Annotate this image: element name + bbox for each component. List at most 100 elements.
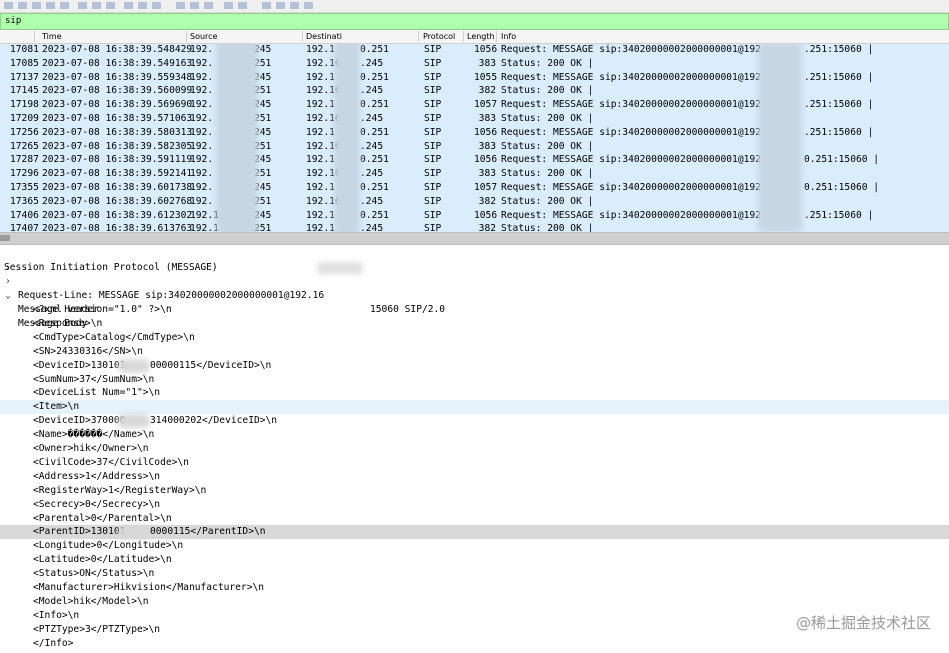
toolbar-icon[interactable] (262, 2, 271, 9)
xml-body-line[interactable]: <Status>ON</Status>\n (0, 567, 949, 581)
xml-body-line[interactable]: <Item>\n (0, 400, 949, 415)
toolbar-icon[interactable] (190, 2, 199, 9)
column-divider[interactable] (463, 31, 464, 42)
xml-body-line[interactable]: <?xml version="1.0" ?>\n (0, 303, 949, 317)
xml-body-line[interactable]: <Parental>0</Parental>\n (0, 512, 949, 526)
toolbar-icon[interactable] (4, 2, 13, 9)
detail-protocol-title[interactable]: Session Initiation Protocol (MESSAGE) (0, 247, 949, 273)
detail-message-body[interactable]: ⌄ Message Body (0, 289, 949, 329)
xml-body-line[interactable]: <Name>������</Name>\n (0, 428, 949, 442)
packet-number: 17265 (10, 140, 39, 152)
xml-body-line[interactable]: <Secrecy>0</Secrecy>\n (0, 498, 949, 512)
toolbar-icon[interactable] (18, 2, 27, 9)
column-source[interactable]: Source (190, 32, 217, 41)
column-protocol[interactable]: Protocol (423, 32, 455, 41)
packet-number: 17085 (10, 57, 39, 69)
column-length[interactable]: Length (467, 32, 495, 41)
collapse-arrow-icon[interactable]: ⌄ (3, 289, 13, 303)
packet-protocol: SIP (424, 195, 442, 207)
xml-body-line[interactable]: <CmdType>Catalog</CmdType>\n (0, 331, 949, 345)
toolbar-icon[interactable] (224, 2, 233, 9)
toolbar-icon[interactable] (46, 2, 55, 9)
table-row[interactable]: 17209 2023-07-08 16:38:39.571063 192. 251 19… (0, 112, 949, 126)
table-row[interactable]: 17296 2023-07-08 16:38:39.592141 192. 251 19… (0, 167, 949, 181)
xml-body-line[interactable]: </Info> (0, 637, 949, 651)
xml-body-line[interactable]: <DeviceID>130101 00000115</DeviceID>\n (0, 358, 949, 373)
redaction-blur (334, 44, 360, 232)
table-row[interactable]: 17265 2023-07-08 16:38:39.582305 192. 251 19… (0, 140, 949, 154)
xml-body-line[interactable]: <RegisterWay>1</RegisterWay>\n (0, 484, 949, 498)
packet-length: 383 (478, 57, 496, 69)
xml-body-line[interactable]: <Model>hik</Model>\n (0, 595, 949, 609)
table-row[interactable]: 17137 2023-07-08 16:38:39.559348 192. 245 19… (0, 71, 949, 85)
column-destination[interactable]: Destinati (306, 32, 342, 41)
toolbar-icon[interactable] (92, 2, 101, 9)
packet-info: Request: MESSAGE sip:3402000000200000000… (501, 71, 767, 83)
table-row[interactable]: 17198 2023-07-08 16:38:39.569690 192. 245 19… (0, 98, 949, 112)
packet-time: 2023-07-08 16:38:39.571063 (42, 113, 193, 124)
expand-arrow-icon[interactable]: › (3, 275, 13, 289)
toolbar-icon[interactable] (290, 2, 299, 9)
toolbar-icon[interactable] (152, 2, 161, 9)
table-row[interactable]: 17081 2023-07-08 16:38:39.548429 192. 245 19… (0, 44, 949, 57)
toolbar-icon[interactable] (32, 2, 41, 9)
column-divider[interactable] (186, 31, 187, 42)
column-divider[interactable] (418, 31, 419, 42)
table-row[interactable]: 17287 2023-07-08 16:38:39.591119 192. 245 19… (0, 153, 949, 167)
toolbar-icon[interactable] (124, 2, 133, 9)
packet-number: 17296 (10, 168, 39, 180)
xml-body-line[interactable]: <Address>1</Address>\n (0, 470, 949, 484)
toolbar-icon[interactable] (304, 2, 313, 9)
column-info[interactable]: Info (501, 32, 516, 41)
packet-number: 17355 (10, 182, 39, 193)
xml-body-line[interactable]: <Response>\n (0, 317, 949, 331)
xml-line-text: <Manufacturer>Hikvision</Manufacturer>\n (33, 582, 265, 593)
xml-body-line[interactable]: <Manufacturer>Hikvision</Manufacturer>\n (0, 581, 949, 595)
table-row[interactable]: 17365 2023-07-08 16:38:39.602768 192. 251 19… (0, 195, 949, 209)
packet-destination: 192.1 (306, 223, 335, 232)
toolbar-icon[interactable] (238, 2, 247, 9)
expand-arrow-icon[interactable]: › (3, 261, 13, 275)
xml-body-line[interactable]: <ParentID>130101 0000115</ParentID>\n (0, 525, 949, 540)
table-row[interactable]: 17256 2023-07-08 16:38:39.580313 192. 245 19… (0, 126, 949, 140)
packet-length: 1056 (474, 44, 498, 55)
xml-body-line[interactable]: <DeviceID>370000 314000202</DeviceID>\n (0, 414, 949, 429)
packet-destination-tail: 0.251 (360, 71, 389, 83)
xml-body-line[interactable]: <Latitude>0</Latitude>\n (0, 553, 949, 567)
xml-body-line[interactable]: <SumNum>37</SumNum>\n (0, 373, 949, 387)
packet-info: Request: MESSAGE sip:3402000000200000000… (501, 182, 761, 193)
table-row[interactable]: 17085 2023-07-08 16:38:39.549163 192. 251 19… (0, 57, 949, 71)
scrollbar-thumb[interactable] (0, 235, 10, 241)
packet-destination-tail: 0.251 (360, 44, 389, 55)
xml-body-line[interactable]: <Longitude>0</Longitude>\n (0, 539, 949, 553)
packet-info-tail: 0.251:15060 | (804, 182, 880, 193)
detail-message-header[interactable]: › Message Header (0, 275, 949, 315)
packet-info-tail: .251:15060 | (804, 99, 874, 111)
table-row[interactable]: 17406 2023-07-08 16:38:39.612302 192.1 245 1… (0, 209, 949, 223)
toolbar-icon[interactable] (60, 2, 69, 9)
toolbar-icon[interactable] (176, 2, 185, 9)
column-time[interactable]: Time (42, 32, 62, 41)
table-row[interactable]: 17407 2023-07-08 16:38:39.613763 192.1 251 1… (0, 222, 949, 232)
toolbar-icon[interactable] (138, 2, 147, 9)
xml-body-line[interactable]: <Owner>hik</Owner>\n (0, 442, 949, 456)
pane-splitter[interactable] (0, 232, 949, 245)
toolbar-icon[interactable] (106, 2, 115, 9)
toolbar-icon[interactable] (204, 2, 213, 9)
display-filter-input[interactable]: sip (0, 13, 949, 30)
packet-protocol: SIP (424, 168, 442, 180)
packet-info: Status: 200 OK | (501, 113, 594, 124)
packet-destination: 192.1 (306, 182, 335, 193)
xml-body-line[interactable]: <SN>24330316</SN>\n (0, 345, 949, 359)
column-divider[interactable] (34, 31, 35, 42)
table-row[interactable]: 17145 2023-07-08 16:38:39.560099 192. 251 19… (0, 84, 949, 98)
xml-body-line[interactable]: <DeviceList Num="1">\n (0, 386, 949, 400)
toolbar-icon[interactable] (276, 2, 285, 9)
column-divider[interactable] (302, 31, 303, 42)
toolbar-icon[interactable] (78, 2, 87, 9)
column-divider[interactable] (496, 31, 497, 42)
xml-line-text: <CivilCode>37</CivilCode>\n (33, 456, 189, 468)
xml-body-line[interactable]: <CivilCode>37</CivilCode>\n (0, 456, 949, 470)
table-row[interactable]: 17355 2023-07-08 16:38:39.601738 192. 245 19… (0, 181, 949, 195)
detail-request-line[interactable]: › Request-Line: MESSAGE sip:340200000020… (0, 261, 949, 315)
